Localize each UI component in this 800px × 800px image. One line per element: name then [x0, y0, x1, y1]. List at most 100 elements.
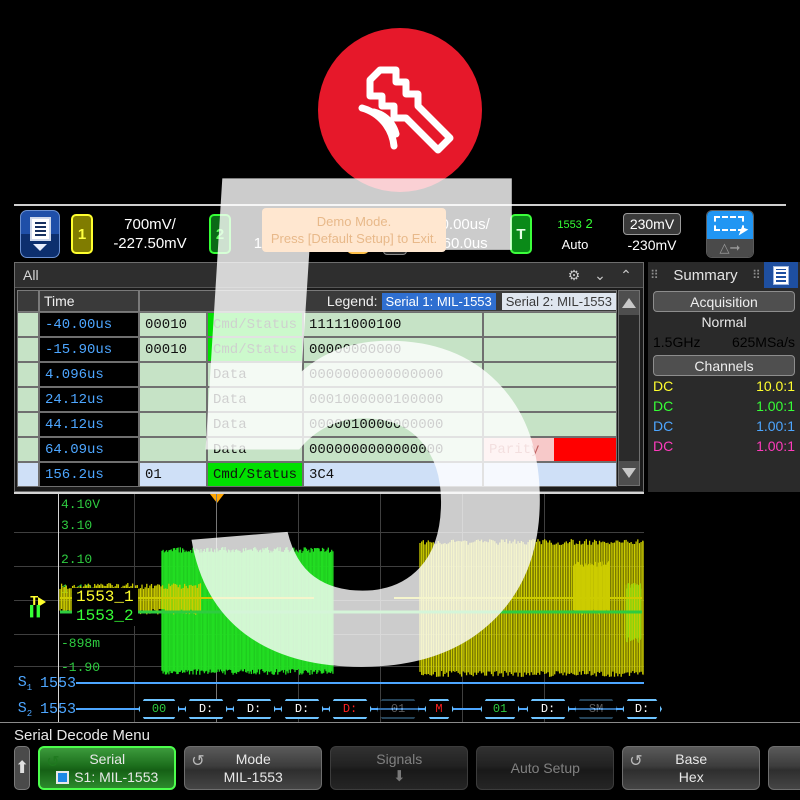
lister-panel: All ⚙ ⌄ ⌃ Time Legend: Serial 1: MIL-155… — [14, 262, 644, 492]
scroll-up-arrow[interactable] — [619, 291, 639, 315]
serial-packet[interactable]: D: — [232, 699, 276, 719]
trigger-mode: Auto — [542, 235, 608, 255]
trigger-button[interactable]: T — [510, 214, 532, 254]
soft-key-mode[interactable]: ↺ Mode MIL-1553 — [184, 746, 322, 790]
channels-label: Channels — [653, 355, 795, 376]
table-row[interactable]: 4.096us Data 0000000000000000 — [17, 362, 617, 387]
serial-1-tag: S1 — [14, 674, 36, 693]
summary-channel-row: DC 1.00:1 — [648, 396, 800, 416]
soft-key-serial[interactable]: ↺ Serial S1: MIL-1553 — [38, 746, 176, 790]
cell-type: Data — [207, 437, 303, 462]
scroll-down-arrow[interactable] — [619, 461, 639, 485]
soft-key-signals[interactable]: Signals ⬇ — [330, 746, 468, 790]
summary-header: ⠿ Summary ⠿ — [648, 262, 800, 288]
serial-row-s2[interactable]: S2 1553 00 D: D: D: D: 01 M 01 D: SM D: — [14, 696, 644, 722]
soft-key-value: Hex — [679, 768, 704, 786]
cell-time: 64.09us — [39, 437, 139, 462]
cell-type: Data — [207, 362, 303, 387]
serial-packet[interactable]: 01 — [480, 699, 520, 719]
oscilloscope-screen: 1 700mV/ -227.50mV 2 1.00V/ 101.75mV 3 H… — [0, 200, 800, 800]
channel-1-number: 1 — [78, 226, 86, 243]
channel-coupling: DC — [653, 376, 673, 396]
channel-1-button[interactable]: 1 — [71, 214, 93, 254]
soft-key-value: MIL-1553 — [224, 768, 283, 786]
serial-packet[interactable]: M — [424, 699, 454, 719]
trigger-key-label: T — [516, 226, 525, 243]
row-select-cell — [17, 412, 39, 437]
cell-address — [139, 387, 207, 412]
cell-data: 00000000000 — [303, 337, 483, 362]
lister-table: Time Legend: Serial 1: MIL-1553 Serial 2… — [17, 290, 617, 487]
trigger-levels: 230mV -230mV — [612, 213, 692, 255]
serial-packet[interactable]: D: — [622, 699, 662, 719]
serial-2-name: 1553 — [40, 701, 76, 718]
serial-row-s1[interactable]: S1 1553 — [14, 670, 644, 696]
lister-scrollbar[interactable] — [618, 290, 640, 486]
bottom-soft-menu: Serial Decode Menu ⬆ ↺ Serial S1: MIL-1553… — [0, 722, 800, 800]
serial-packet[interactable]: 01 — [376, 699, 420, 719]
table-row[interactable]: 64.09us Data 0000000000000000 Parity — [17, 437, 617, 462]
cell-data: 0000000000000000 — [303, 362, 483, 387]
cell-data: 0000000000000000 — [303, 437, 483, 462]
waveform-display[interactable]: 4.10V 3.10 2.10 1.10 -898m -1.90 T ▌▌ 15… — [14, 492, 644, 722]
serial-packet[interactable]: D: — [526, 699, 570, 719]
cell-error — [483, 312, 617, 337]
cell-error — [483, 387, 617, 412]
table-row[interactable]: 44.12us Data 0000010000000000 — [17, 412, 617, 437]
serial-1-tag-letter: S — [18, 674, 27, 691]
serial-packet[interactable]: 00 — [138, 699, 180, 719]
rotary-knob-icon: ↺ — [46, 754, 59, 772]
column-header-legend: Legend: Serial 1: MIL-1553 Serial 2: MIL… — [139, 290, 617, 312]
lister-filter-label: All — [19, 267, 561, 283]
soft-key-label: Auto Setup — [511, 759, 580, 777]
serial-decode-icon[interactable] — [20, 210, 60, 258]
menu-up-button[interactable]: ⬆ — [14, 746, 30, 790]
probe-signal-icon — [318, 28, 482, 192]
menu-title: Serial Decode Menu — [0, 723, 800, 746]
channel-coupling: DC — [653, 416, 673, 436]
serial-packet[interactable]: D: — [184, 699, 228, 719]
channel-2-ground-marker[interactable]: ▌▌ — [30, 606, 43, 618]
table-row[interactable]: 24.12us Data 0001000000100000 — [17, 387, 617, 412]
chevron-down-icon[interactable]: ⌄ — [587, 267, 613, 284]
channel-2-button[interactable]: 2 — [209, 214, 231, 254]
bandwidth-value: 1.5GHz — [653, 332, 700, 352]
trigger-number: 2 — [585, 216, 592, 231]
cell-data: 11111000100 — [303, 312, 483, 337]
serial-packet[interactable]: D: — [280, 699, 324, 719]
summary-page-icon[interactable] — [764, 262, 798, 288]
drag-grip-left[interactable]: ⠿ — [650, 271, 659, 279]
serial-packet[interactable]: SM — [574, 699, 618, 719]
soft-key-value-text: MIL-1553 — [224, 768, 283, 786]
serial-1-name: 1553 — [40, 675, 76, 692]
serial-color-swatch — [56, 771, 69, 784]
rotary-knob-icon: ↺ — [629, 753, 642, 771]
soft-key-auto-setup[interactable]: Auto Setup — [476, 746, 614, 790]
soft-key-lister[interactable]: Lister⬇ — [768, 746, 800, 790]
channel-coupling: DC — [653, 396, 673, 416]
drag-grip-right[interactable]: ⠿ — [752, 271, 761, 279]
navigate-icon: △➞ — [707, 239, 753, 257]
serial-packet[interactable]: D: — [328, 699, 372, 719]
row-select-cell — [17, 462, 39, 487]
cell-data: 3C4 — [303, 462, 483, 487]
table-row[interactable]: 156.2us 01 Cmd/Status 3C4 — [17, 462, 617, 487]
soft-key-container: ↺ Serial S1: MIL-1553 ↺ Mode MIL-1553 Signals ⬇… — [38, 746, 800, 790]
cell-type: Data — [207, 387, 303, 412]
cell-error — [483, 362, 617, 387]
acquisition-label: Acquisition — [653, 291, 795, 312]
chevron-up-icon[interactable]: ⌃ — [613, 267, 639, 284]
cell-time: -40.00us — [39, 312, 139, 337]
legend-serial-2[interactable]: Serial 2: MIL-1553 — [502, 293, 616, 310]
zoom-window-button[interactable]: △➞ — [706, 210, 754, 258]
cell-error: Parity — [483, 437, 617, 462]
soft-key-base[interactable]: ↺ Base Hex — [622, 746, 760, 790]
table-row[interactable]: -40.00us 00010 Cmd/Status 11111000100 — [17, 312, 617, 337]
gear-icon[interactable]: ⚙ — [561, 267, 587, 284]
legend-serial-1[interactable]: Serial 1: MIL-1553 — [382, 293, 496, 310]
column-header-select — [17, 290, 39, 312]
cell-type: Cmd/Status — [207, 337, 303, 362]
channel-1-offset: -227.50mV — [102, 234, 198, 253]
channel-probe-ratio: 10.0:1 — [756, 376, 795, 396]
table-row[interactable]: -15.90us 00010 Cmd/Status 00000000000 — [17, 337, 617, 362]
